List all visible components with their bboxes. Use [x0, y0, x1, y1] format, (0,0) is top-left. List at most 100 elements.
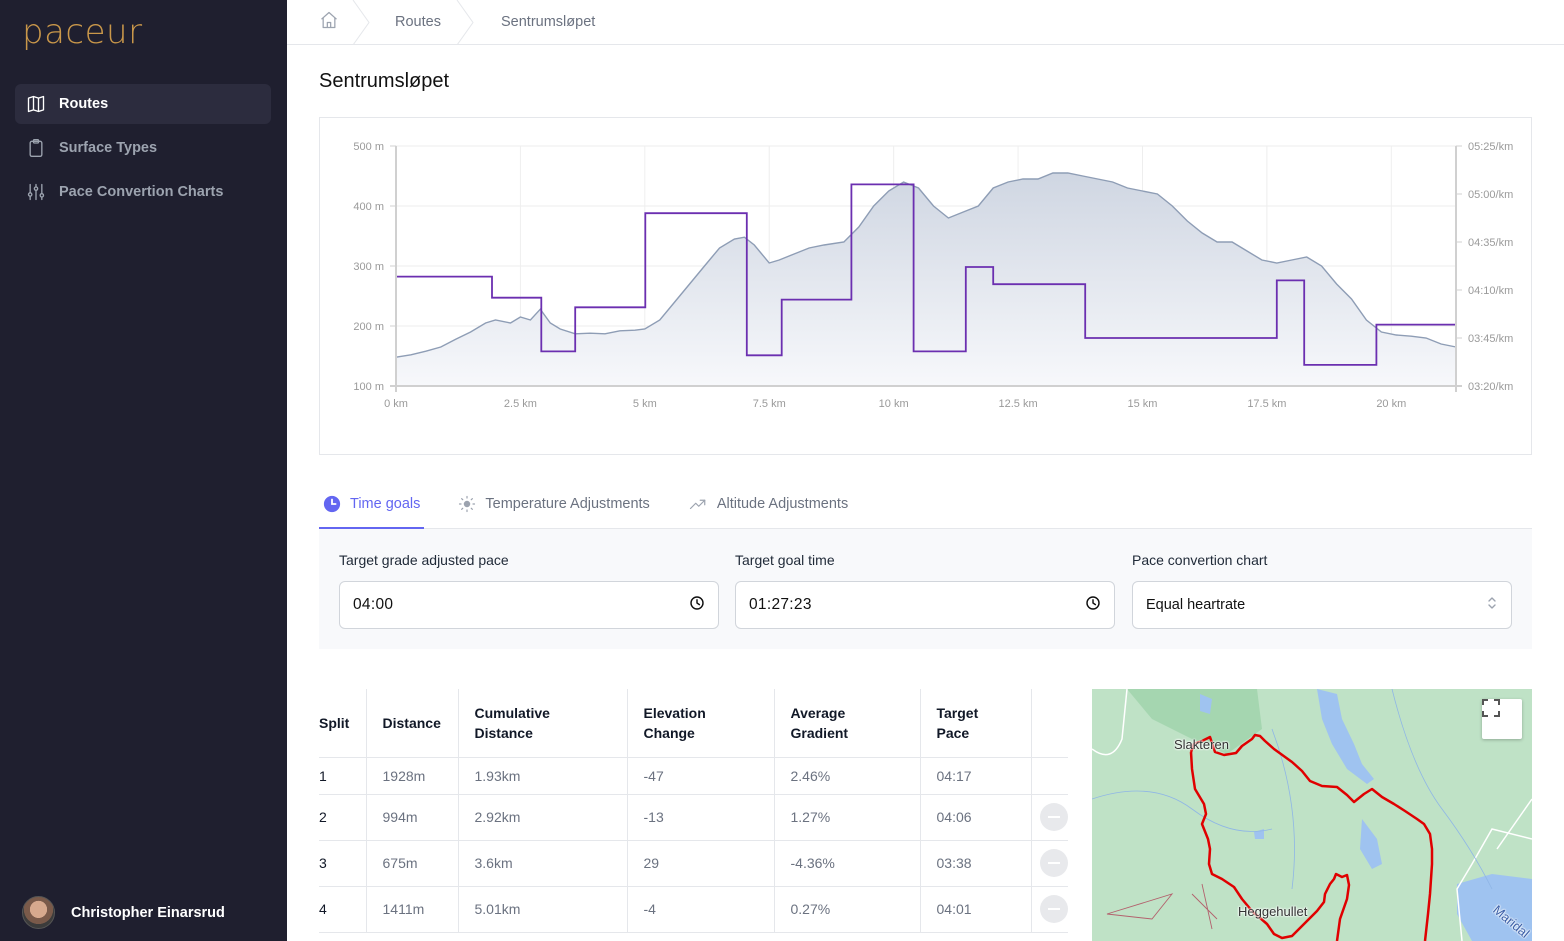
remove-split-button[interactable] [1039, 803, 1068, 831]
tab-time-goals[interactable]: Time goals [319, 480, 425, 529]
table-row: 2 994m 2.92km -13 1.27% 04:06 [319, 794, 1068, 841]
remove-split-button[interactable] [1039, 849, 1068, 877]
column-header: Distance [366, 689, 459, 758]
user-profile[interactable]: Christopher Einarsrud [22, 896, 225, 929]
clock-icon[interactable] [1085, 595, 1101, 616]
minus-icon [1047, 862, 1060, 864]
cumulative-distance-cell: 1.93km [458, 757, 628, 795]
pace-field: Target grade adjusted pace 04:00 [339, 552, 719, 629]
sidebar-item-label: Pace Convertion Charts [59, 184, 224, 200]
sidebar-item-pace-charts[interactable]: Pace Convertion Charts [15, 172, 271, 212]
breadcrumb-home[interactable] [287, 0, 370, 45]
map-lake [1317, 689, 1374, 784]
actions-cell [1031, 886, 1068, 933]
actions-cell [1031, 757, 1068, 795]
column-header-actions [1031, 689, 1068, 758]
cumulative-distance-cell: 3.6km [458, 840, 628, 887]
pace-chart-field-label: Pace convertion chart [1132, 552, 1268, 568]
sidebar-item-surface-types[interactable]: Surface Types [15, 128, 271, 168]
target-pace-cell: 04:01 [920, 886, 1032, 933]
table-row: 4 1411m 5.01km -4 0.27% 04:01 [319, 886, 1068, 933]
tab-altitude-adjustments[interactable]: Altitude Adjustments [684, 480, 852, 528]
distance-cell: 1928m [366, 757, 459, 795]
sliders-icon [25, 181, 47, 203]
elevation-change-cell: -4 [627, 886, 775, 933]
main-content: Routes Sentrumsløpet Sentrumsløpet 100 m… [287, 0, 1564, 941]
column-header-label: Target Pace [936, 704, 979, 741]
goal-time-input[interactable]: 01:27:23 [735, 581, 1115, 629]
sidebar: paceur Routes Surface Types Pace Convert… [0, 0, 287, 941]
y2-tick-label: 05:00/km [1468, 189, 1513, 201]
home-icon [319, 10, 339, 34]
table-header-row: Split Distance Cumulative Distance Eleva… [319, 689, 1068, 758]
sidebar-item-routes[interactable]: Routes [15, 84, 271, 124]
time-goals-panel: Target grade adjusted pace 04:00 Target … [319, 529, 1532, 649]
column-header-label: Cumulative Distance [474, 704, 550, 741]
sidebar-item-label: Surface Types [59, 140, 158, 156]
goal-time-field: Target goal time 01:27:23 [735, 552, 1115, 629]
map-canvas [1092, 689, 1532, 941]
tab-label: Temperature Adjustments [485, 496, 650, 512]
split-cell: 4 [319, 886, 367, 933]
y-tick-label: 200 m [353, 321, 384, 333]
average-gradient-cell: 2.46% [774, 757, 921, 795]
user-name: Christopher Einarsrud [71, 904, 225, 921]
minus-icon [1047, 816, 1060, 818]
pace-chart-select[interactable]: Equal heartrate [1132, 581, 1512, 629]
remove-split-button[interactable] [1039, 895, 1068, 923]
x-tick-label: 5 km [633, 398, 657, 410]
fullscreen-button[interactable] [1482, 699, 1522, 739]
elevation-change-cell: -13 [627, 794, 775, 841]
table-row: 3 675m 3.6km 29 -4.36% 03:38 [319, 840, 1068, 887]
x-tick-label: 12.5 km [998, 398, 1037, 410]
breadcrumb-item-routes[interactable]: Routes [367, 0, 474, 45]
sidebar-nav: Routes Surface Types Pace Convertion Cha… [15, 84, 271, 216]
distance-cell: 1411m [366, 886, 459, 933]
actions-cell [1031, 840, 1068, 887]
route-map[interactable]: Slakteren Heggehullet Maridal [1092, 689, 1532, 941]
pace-chart-select-value: Equal heartrate [1146, 597, 1246, 613]
x-tick-label: 2.5 km [504, 398, 537, 410]
pace-input[interactable]: 04:00 [339, 581, 719, 629]
chart-svg: 100 m 200 m 300 m 400 m 500 m 03:20/km 03:45/k… [353, 141, 1513, 410]
goal-time-field-label: Target goal time [735, 552, 835, 568]
chevron-up-down-icon [1486, 595, 1498, 615]
y2-tick-label: 03:20/km [1468, 381, 1513, 393]
logo[interactable]: paceur [22, 12, 143, 52]
map-stream [1271, 728, 1295, 890]
tab-label: Altitude Adjustments [716, 496, 849, 512]
breadcrumb-item-current[interactable]: Sentrumsløpet [471, 0, 595, 45]
avatar [22, 896, 55, 929]
x-tick-label: 17.5 km [1247, 398, 1286, 410]
pace-input-value: 04:00 [353, 596, 394, 613]
breadcrumb: Routes Sentrumsløpet [287, 0, 1564, 45]
map-route [1189, 733, 1434, 941]
y2-tick-label: 04:35/km [1468, 237, 1513, 249]
splits-table: Split Distance Cumulative Distance Eleva… [319, 689, 1068, 933]
tab-temperature-adjustments[interactable]: Temperature Adjustments [454, 480, 653, 528]
distance-cell: 675m [366, 840, 459, 887]
split-cell: 2 [319, 794, 367, 841]
table-row: 1 1928m 1.93km -47 2.46% 04:17 [319, 757, 1068, 795]
clipboard-icon [25, 137, 47, 159]
y-tick-label: 300 m [353, 261, 384, 273]
elevation-pace-chart: 100 m 200 m 300 m 400 m 500 m 03:20/km 03:45/k… [319, 117, 1532, 455]
x-tick-label: 15 km [1127, 398, 1157, 410]
map-icon [25, 93, 47, 115]
column-header: Target Pace [920, 689, 1032, 758]
elevation-change-cell: 29 [627, 840, 775, 887]
target-pace-cell: 04:17 [920, 757, 1032, 795]
actions-cell [1031, 794, 1068, 841]
app-root: paceur Routes Surface Types Pace Convert… [0, 0, 1564, 941]
distance-cell: 994m [366, 794, 459, 841]
y-tick-label: 400 m [353, 201, 384, 213]
x-tick-label: 0 km [384, 398, 408, 410]
x-tick-label: 7.5 km [753, 398, 786, 410]
breadcrumb-label: Sentrumsløpet [501, 14, 596, 30]
average-gradient-cell: -4.36% [774, 840, 921, 887]
y2-tick-label: 03:45/km [1468, 333, 1513, 345]
breadcrumb-label: Routes [395, 14, 441, 30]
sidebar-item-label: Routes [59, 96, 109, 112]
split-cell: 1 [319, 757, 367, 795]
clock-icon[interactable] [689, 595, 705, 616]
